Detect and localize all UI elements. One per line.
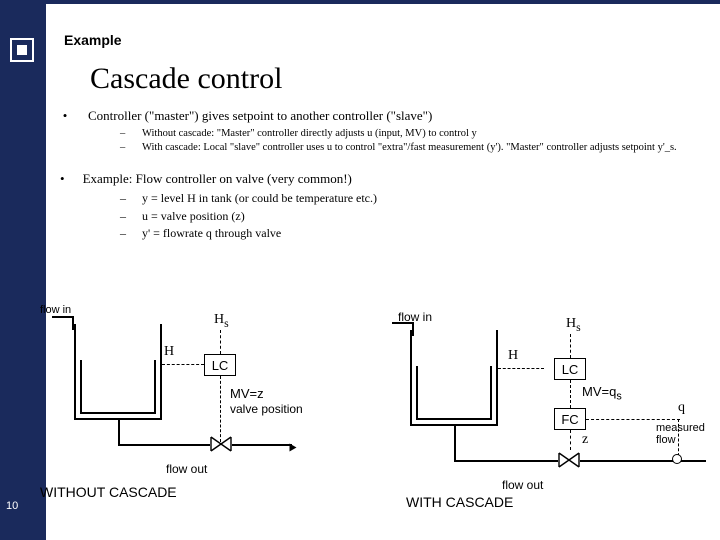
bullet-2: • Example: Flow controller on valve (ver… (60, 171, 700, 187)
left-hs-label: Hs (214, 312, 229, 330)
right-fc-box: FC (554, 408, 586, 430)
bullet-2-sublist: –y = level H in tank (or could be temper… (120, 190, 700, 242)
right-q-label: q (678, 400, 685, 416)
right-z-label: z (582, 432, 588, 448)
left-flow-in-label: flow in (40, 304, 71, 316)
slide-content: Example Cascade control • Controller ("m… (46, 4, 720, 540)
dash-icon: – (120, 190, 128, 207)
left-hs-signal (220, 330, 221, 354)
left-outlet-h2 (232, 444, 292, 446)
right-fc-valve-signal (570, 430, 571, 450)
right-mvqs-label: MV=qs (582, 384, 622, 403)
ntnu-logo-icon (10, 38, 34, 62)
bullet-1: • Controller ("master") gives setpoint t… (60, 108, 700, 124)
dash-icon: – (120, 141, 128, 155)
right-caption: WITH CASCADE (406, 494, 513, 510)
left-inflow-pipe-v (72, 316, 74, 330)
right-q-signal (586, 419, 680, 420)
right-flow-out-label: flow out (502, 478, 543, 492)
left-mv-label: MV=z (230, 386, 264, 401)
bullet-2-sub-2: u = valve position (z) (142, 208, 245, 225)
left-h-label: H (164, 344, 174, 360)
left-valve-position-label: valve position (230, 402, 303, 416)
right-tank-icon (410, 330, 498, 426)
right-hs-label: Hs (566, 316, 581, 334)
bullet-dot-icon: • (60, 171, 65, 187)
left-flow-out-label: flow out (166, 462, 207, 476)
bullet-dot-icon: • (60, 108, 70, 124)
dash-icon: – (120, 127, 128, 141)
right-hs-signal (570, 334, 571, 358)
left-sidebar (0, 4, 46, 540)
left-lc-box: LC (204, 354, 236, 376)
dash-icon: – (120, 208, 128, 225)
right-flow-sensor-icon (672, 454, 682, 464)
left-valve-icon (210, 436, 232, 452)
right-outlet-h2 (580, 460, 706, 462)
left-caption: WITHOUT CASCADE (40, 484, 177, 500)
right-h-signal (498, 368, 544, 369)
right-lc-fc-signal (570, 380, 571, 408)
bullet-1-sub-1: Without cascade: "Master" controller dir… (142, 127, 477, 141)
right-lc-box: LC (554, 358, 586, 380)
right-outlet-h1 (454, 460, 558, 462)
page-number: 10 (6, 500, 18, 512)
right-h-label: H (508, 348, 518, 364)
bullet-1-text: Controller ("master") gives setpoint to … (88, 108, 432, 124)
right-measured-flow-label: measured flow (656, 422, 716, 446)
dash-icon: – (120, 225, 128, 242)
bullet-2-sub-3: y' = flowrate q through valve (142, 225, 281, 242)
right-inflow-pipe (392, 322, 414, 324)
bullet-list: • Controller ("master") gives setpoint t… (60, 108, 700, 243)
left-mv-signal (220, 376, 221, 442)
slide-header-label: Example (64, 32, 122, 48)
left-outlet-arrow-icon (290, 444, 297, 452)
slide-title: Cascade control (90, 62, 282, 96)
left-h-signal (162, 364, 204, 365)
right-valve-icon (558, 452, 580, 468)
bullet-1-sublist: –Without cascade: "Master" controller di… (120, 127, 700, 155)
left-tank-icon (74, 324, 162, 420)
bullet-2-text: Example: Flow controller on valve (very … (83, 171, 352, 187)
bullet-1-sub-2: With cascade: Local "slave" controller u… (142, 141, 677, 155)
left-outlet-h1 (118, 444, 210, 446)
left-outlet-v (118, 420, 120, 444)
right-inflow-pipe-v (412, 322, 414, 336)
bullet-2-sub-1: y = level H in tank (or could be tempera… (142, 190, 377, 207)
right-outlet-v (454, 426, 456, 460)
left-inflow-pipe (52, 316, 74, 318)
